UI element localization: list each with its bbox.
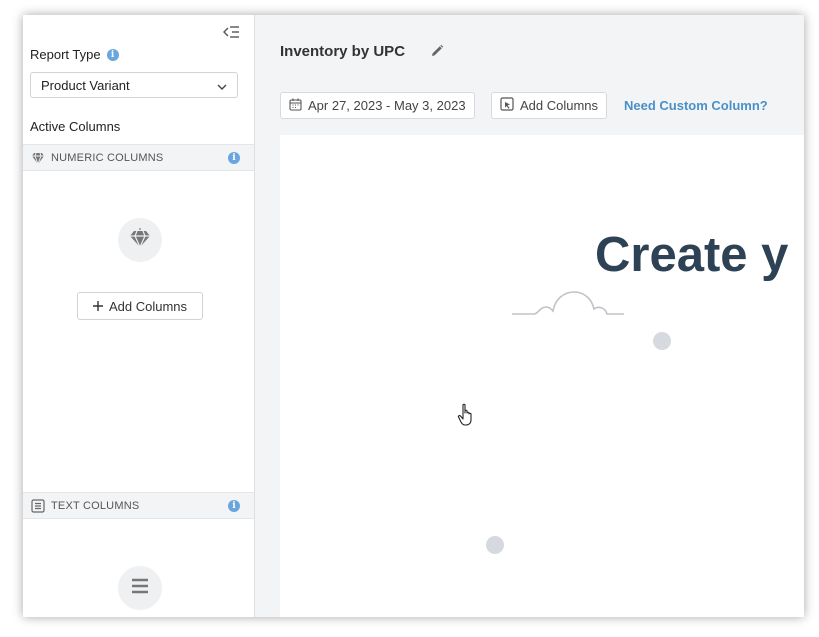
chevron-down-icon bbox=[217, 78, 227, 93]
calendar-icon bbox=[289, 98, 302, 114]
collapse-sidebar-icon[interactable] bbox=[222, 24, 240, 40]
info-icon[interactable]: i bbox=[228, 500, 240, 512]
hand-cursor-icon bbox=[457, 403, 477, 427]
add-column-icon bbox=[500, 97, 514, 114]
decorative-dot bbox=[653, 332, 671, 350]
main-panel: Inventory by UPC Apr 27, 2023 - May 3, 2… bbox=[255, 15, 804, 617]
report-type-value: Product Variant bbox=[41, 77, 130, 93]
add-columns-label: Add Columns bbox=[108, 298, 188, 314]
numeric-columns-header: NUMERIC COLUMNS i bbox=[23, 144, 254, 171]
text-columns-header: TEXT COLUMNS i bbox=[23, 492, 254, 519]
text-list-icon bbox=[31, 498, 45, 513]
diamond-icon bbox=[129, 227, 151, 253]
page-title: Inventory by UPC bbox=[280, 43, 406, 60]
info-icon[interactable]: i bbox=[106, 48, 119, 61]
pencil-icon[interactable] bbox=[430, 44, 444, 58]
cloud-icon bbox=[512, 287, 626, 317]
report-type-select[interactable]: Product Variant bbox=[30, 72, 238, 98]
add-columns-text: Add Columns bbox=[520, 98, 599, 113]
decorative-dot bbox=[486, 536, 504, 554]
add-numeric-columns-button[interactable]: Add Columns bbox=[77, 292, 203, 320]
numeric-placeholder-circle bbox=[118, 218, 162, 262]
date-range-picker[interactable]: Apr 27, 2023 - May 3, 2023 bbox=[280, 92, 475, 119]
app-window: Report Type i Product Variant Active Col… bbox=[23, 15, 804, 617]
report-type-label-text: Report Type bbox=[30, 47, 101, 62]
text-columns-label: TEXT COLUMNS bbox=[51, 499, 140, 512]
active-columns-heading: Active Columns bbox=[30, 119, 121, 134]
report-type-label: Report Type i bbox=[30, 47, 119, 62]
plus-icon bbox=[92, 299, 103, 314]
empty-state-heading: Create y bbox=[595, 228, 789, 282]
numeric-columns-label: NUMERIC COLUMNS bbox=[51, 151, 164, 164]
sidebar: Report Type i Product Variant Active Col… bbox=[23, 15, 255, 617]
diamond-icon bbox=[31, 151, 45, 165]
add-columns-button[interactable]: Add Columns bbox=[491, 92, 608, 119]
need-custom-column-link[interactable]: Need Custom Column? bbox=[624, 98, 768, 113]
info-icon[interactable]: i bbox=[228, 152, 240, 164]
report-canvas bbox=[280, 135, 804, 617]
date-range-value: Apr 27, 2023 - May 3, 2023 bbox=[308, 98, 466, 113]
text-placeholder-circle bbox=[118, 566, 162, 610]
text-list-icon bbox=[130, 577, 150, 600]
